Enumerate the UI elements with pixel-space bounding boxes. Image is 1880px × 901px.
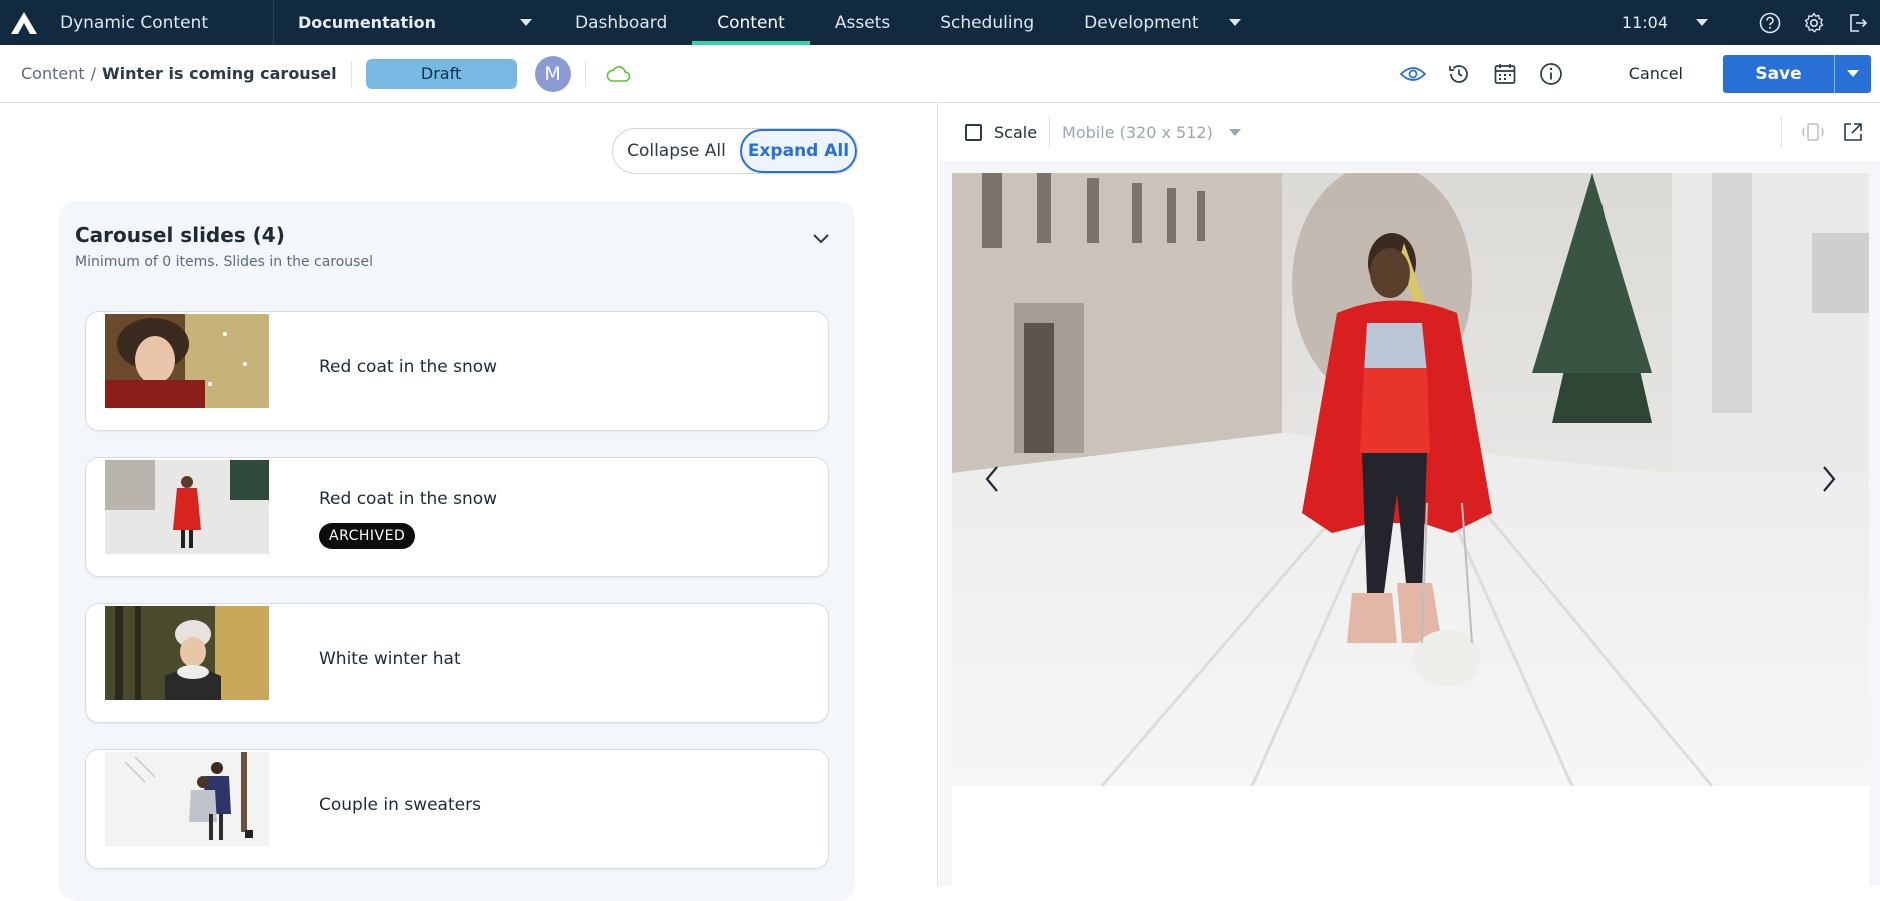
collapse-all-button[interactable]: Collapse All — [613, 129, 740, 173]
breadcrumb-current: Winter is coming carousel — [102, 64, 337, 83]
hub-selector[interactable]: Documentation — [274, 13, 550, 32]
slide-title: Couple in sweaters — [319, 795, 481, 815]
tab-development[interactable]: Development — [1059, 0, 1265, 45]
preview-toolbar: Scale Mobile (320 x 512) — [939, 103, 1880, 161]
tab-dashboard[interactable]: Dashboard — [550, 0, 692, 45]
preview-page-area — [952, 786, 1869, 886]
preview-divider — [1049, 116, 1051, 148]
tab-content[interactable]: Content — [692, 0, 810, 45]
history-icon[interactable] — [1441, 56, 1477, 92]
cloud-icon — [600, 56, 636, 92]
carousel-slides-group: Carousel slides (4) Minimum of 0 items. … — [59, 201, 855, 901]
amplience-logo-icon[interactable] — [2, 0, 46, 45]
app-title: Dynamic Content — [60, 12, 208, 33]
slide-title: Red coat in the snow — [319, 489, 498, 509]
save-button-group: Save — [1723, 54, 1871, 93]
top-navigation: Dynamic Content Documentation Dashboard … — [0, 0, 1880, 45]
slide-thumbnail — [105, 460, 269, 554]
tab-development-label: Development — [1084, 12, 1199, 33]
scale-checkbox[interactable] — [965, 123, 982, 141]
slide-card[interactable]: Couple in sweaters — [85, 749, 829, 869]
hub-label: Documentation — [298, 13, 437, 32]
scale-label: Scale — [994, 122, 1038, 142]
toolbar-divider — [584, 60, 586, 87]
current-time: 11:04 — [1621, 13, 1668, 32]
help-icon[interactable] — [1748, 0, 1792, 45]
archived-badge: ARCHIVED — [319, 523, 416, 549]
slide-thumbnail — [105, 314, 269, 408]
info-icon[interactable] — [1533, 56, 1569, 92]
slide-card[interactable]: Red coat in the snow — [85, 311, 829, 431]
breadcrumb: Content / Winter is coming carousel — [0, 64, 337, 83]
slide-title: Red coat in the snow — [319, 357, 498, 377]
content-toolbar: Content / Winter is coming carousel Draf… — [0, 45, 1880, 103]
save-button[interactable]: Save — [1723, 54, 1834, 93]
chevron-down-icon — [1696, 19, 1708, 26]
carousel-next-arrow-icon[interactable] — [1809, 449, 1849, 509]
chevron-down-icon[interactable] — [809, 227, 833, 251]
time-dropdown[interactable]: 11:04 — [1622, 13, 1748, 32]
chevron-down-icon — [1228, 128, 1241, 136]
breadcrumb-root[interactable]: Content — [21, 64, 85, 83]
status-badge[interactable]: Draft — [365, 58, 517, 89]
gear-icon[interactable] — [1792, 0, 1836, 45]
slide-thumbnail — [105, 752, 269, 846]
nav-right-group: 11:04 — [1622, 0, 1880, 45]
cancel-button[interactable]: Cancel — [1629, 64, 1683, 83]
tab-scheduling[interactable]: Scheduling — [915, 0, 1059, 45]
save-options-button[interactable] — [1834, 54, 1871, 93]
content-editor-panel: Collapse All Expand All Carousel slides … — [0, 103, 938, 901]
device-label: Mobile (320 x 512) — [1062, 122, 1213, 142]
slide-card[interactable]: Red coat in the snow ARCHIVED — [85, 457, 829, 577]
open-external-icon[interactable] — [1838, 117, 1868, 147]
tab-assets[interactable]: Assets — [810, 0, 915, 45]
logout-icon[interactable] — [1836, 0, 1880, 45]
rotate-icon[interactable] — [1798, 117, 1828, 147]
group-title: Carousel slides (4) — [75, 223, 285, 247]
group-description: Minimum of 0 items. Slides in the carous… — [75, 254, 373, 270]
eye-icon[interactable] — [1395, 56, 1431, 92]
slide-card[interactable]: White winter hat — [85, 603, 829, 723]
device-selector[interactable]: Mobile (320 x 512) — [1062, 123, 1241, 142]
breadcrumb-separator: / — [90, 64, 97, 83]
toolbar-icons — [1395, 56, 1569, 92]
chevron-down-icon — [1228, 19, 1241, 26]
calendar-icon[interactable] — [1487, 56, 1523, 92]
collapse-expand-toggle: Collapse All Expand All — [612, 128, 858, 174]
slide-thumbnail — [105, 606, 269, 700]
chevron-down-icon — [520, 19, 532, 26]
avatar[interactable]: M — [534, 55, 571, 92]
preview-icons — [1775, 116, 1868, 148]
carousel-preview-image — [952, 173, 1869, 786]
slide-title: White winter hat — [319, 649, 461, 669]
preview-divider — [1781, 116, 1782, 148]
expand-all-button[interactable]: Expand All — [739, 129, 857, 173]
toolbar-divider — [350, 60, 352, 87]
chevron-down-icon — [1847, 70, 1859, 77]
carousel-prev-arrow-icon[interactable] — [972, 449, 1012, 509]
preview-panel: Scale Mobile (320 x 512) — [939, 103, 1880, 886]
